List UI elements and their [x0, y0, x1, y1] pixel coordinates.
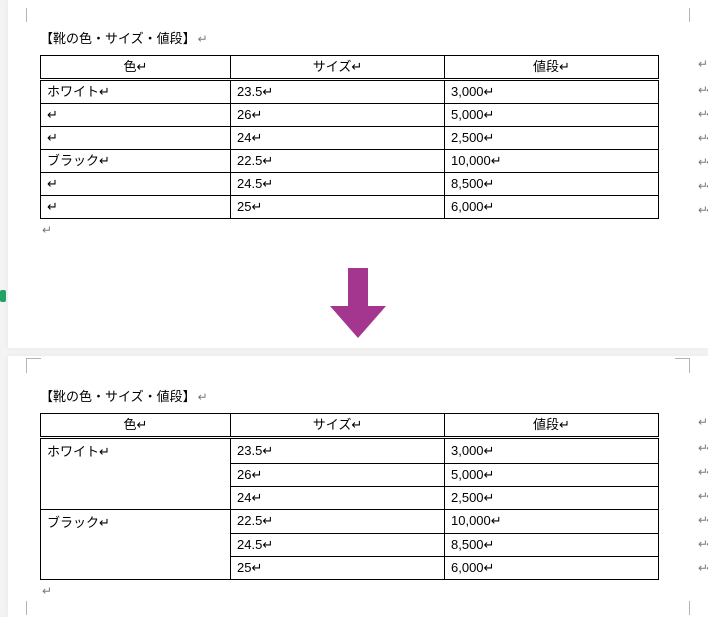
row-end-mark: ↵↵ — [698, 489, 708, 503]
page-after: 【靴の色・サイズ・値段】↵ 色↵ サイズ↵ 値段↵ ホワイト↵ 23.5↵ 3,… — [8, 356, 708, 617]
col-header-color[interactable]: 色↵ — [41, 414, 231, 438]
page-before: 【靴の色・サイズ・値段】↵ 色↵ サイズ↵ 値段↵ ホワイト↵ 23.5↵ 3,… — [8, 0, 708, 348]
selection-marker — [0, 290, 6, 302]
row-end-mark: ↵↵ — [698, 131, 708, 145]
down-arrow-icon — [328, 268, 388, 343]
table-row[interactable]: ブラック↵ 22.5↵ 10,000↵ — [41, 509, 659, 534]
table-row[interactable]: 24↵ 2,500↵ — [41, 486, 659, 509]
col-header-color[interactable]: 色↵ — [41, 56, 231, 80]
row-end-mark: ↵↵ — [698, 155, 708, 169]
col-header-price[interactable]: 値段↵ — [445, 56, 659, 80]
row-end-mark: ↵ — [698, 415, 708, 429]
table-before[interactable]: 色↵ サイズ↵ 値段↵ ホワイト↵ 23.5↵ 3,000↵ ↵ 26↵ 5,0… — [40, 55, 659, 219]
merged-cell-white[interactable]: ホワイト↵ — [41, 438, 231, 464]
row-end-mark: ↵↵ — [698, 513, 708, 527]
row-end-mark: ↵↵ — [698, 83, 708, 97]
row-end-mark: ↵↵ — [698, 465, 708, 479]
table-row[interactable]: ↵ 24↵ 2,500↵ — [41, 127, 659, 150]
empty-paragraph: ↵ — [40, 584, 676, 598]
col-header-price[interactable]: 値段↵ — [445, 414, 659, 438]
row-end-mark: ↵ — [698, 57, 708, 71]
paragraph-mark: ↵ — [198, 390, 208, 404]
table-header-row: 色↵ サイズ↵ 値段↵ — [41, 56, 659, 80]
table-row[interactable]: ↵ 24.5↵ 8,500↵ — [41, 173, 659, 196]
row-end-mark: ↵↵ — [698, 537, 708, 551]
row-end-mark: ↵↵ — [698, 561, 708, 575]
col-header-size[interactable]: サイズ↵ — [231, 56, 445, 80]
table-after[interactable]: 色↵ サイズ↵ 値段↵ ホワイト↵ 23.5↵ 3,000↵ 26↵ 5,000… — [40, 413, 659, 580]
table-row[interactable]: 26↵ 5,000↵ — [41, 463, 659, 486]
row-end-mark: ↵↵ — [698, 203, 708, 217]
row-end-mark: ↵↵ — [698, 107, 708, 121]
row-end-mark: ↵↵ — [698, 179, 708, 193]
table-header-row: 色↵ サイズ↵ 値段↵ — [41, 414, 659, 438]
heading-before: 【靴の色・サイズ・値段】↵ — [40, 28, 676, 47]
table-row[interactable]: ホワイト↵ 23.5↵ 3,000↵ — [41, 438, 659, 464]
merged-cell-black[interactable]: ブラック↵ — [41, 509, 231, 534]
row-end-mark: ↵↵ — [698, 441, 708, 455]
table-row[interactable]: 25↵ 6,000↵ — [41, 557, 659, 580]
table-row[interactable]: ブラック↵ 22.5↵ 10,000↵ — [41, 150, 659, 173]
table-row[interactable]: ↵ 26↵ 5,000↵ — [41, 104, 659, 127]
paragraph-mark: ↵ — [198, 32, 208, 46]
table-row[interactable]: 24.5↵ 8,500↵ — [41, 534, 659, 557]
heading-after: 【靴の色・サイズ・値段】↵ — [40, 386, 676, 405]
table-row[interactable]: ホワイト↵ 23.5↵ 3,000↵ — [41, 80, 659, 104]
col-header-size[interactable]: サイズ↵ — [231, 414, 445, 438]
empty-paragraph: ↵ — [40, 223, 676, 237]
table-row[interactable]: ↵ 25↵ 6,000↵ — [41, 196, 659, 219]
